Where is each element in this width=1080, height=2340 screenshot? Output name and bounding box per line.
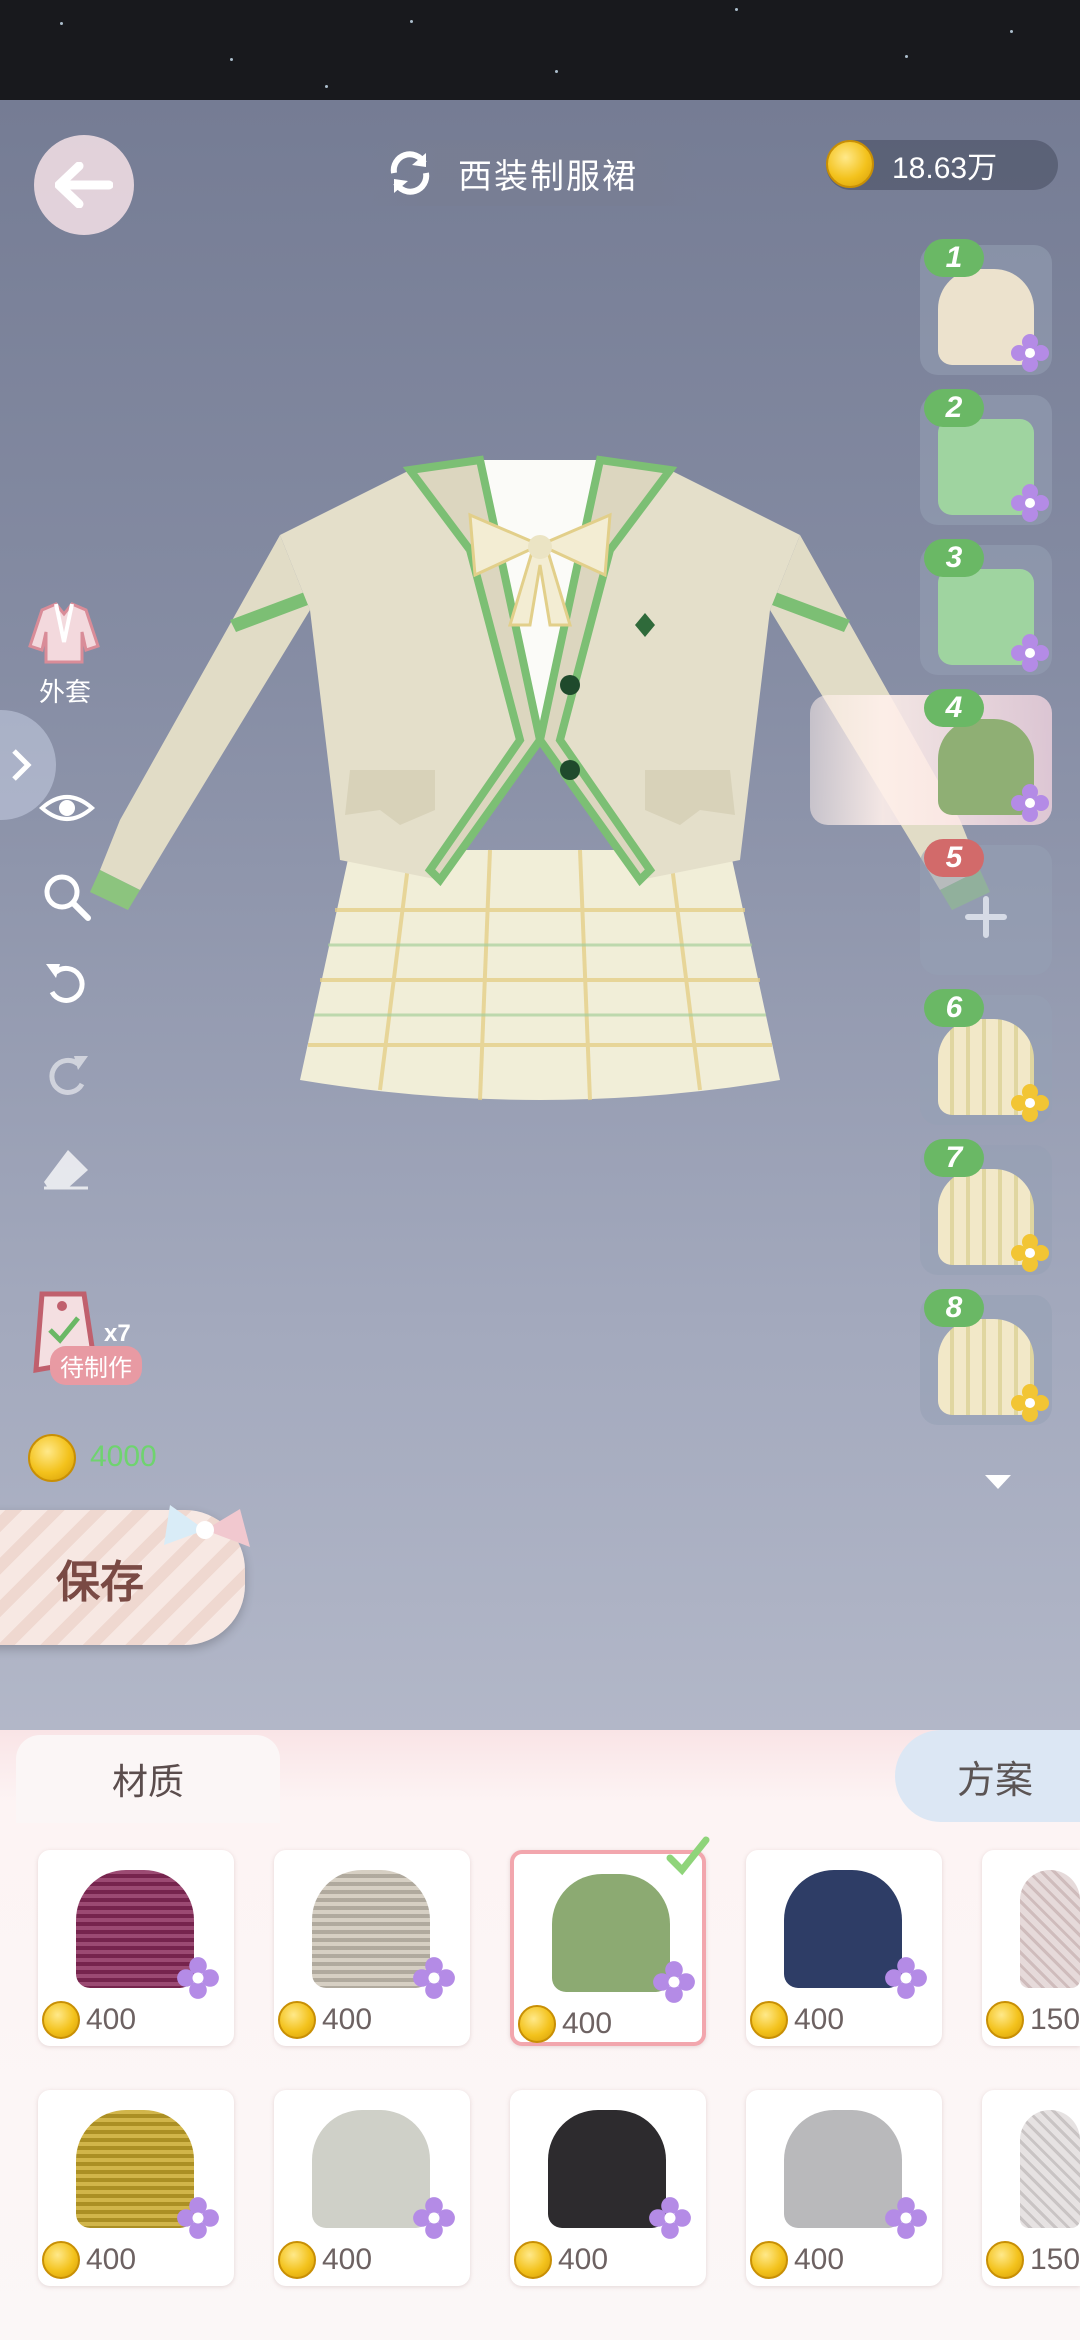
layer-slot[interactable]: 7 (920, 1139, 1052, 1275)
coin-icon (42, 2241, 80, 2279)
tab-material[interactable]: 材质 (16, 1735, 280, 1823)
price: 400 (750, 2240, 844, 2280)
coin-icon (28, 1434, 76, 1482)
crafting-cost: 4000 (28, 1432, 157, 1482)
material-card[interactable]: 400 (38, 2090, 234, 2286)
price: 400 (42, 2240, 136, 2280)
undo-icon[interactable] (42, 958, 92, 1008)
material-card[interactable]: 150 (982, 2090, 1080, 2286)
category-label: 外套 (38, 677, 91, 707)
layer-slot[interactable]: 1 (920, 239, 1052, 375)
layer-slot[interactable]: 8 (920, 1289, 1052, 1425)
coin-icon (278, 2001, 316, 2039)
slot-number: 1 (924, 239, 984, 277)
eye-icon[interactable] (38, 786, 96, 830)
flower-purple-icon (1011, 784, 1049, 822)
coin-icon (514, 2241, 552, 2279)
back-button[interactable] (34, 135, 134, 235)
currency-balance[interactable]: 18.63万 (826, 140, 1058, 190)
title-switcher[interactable]: 西装制服裙 (370, 140, 700, 206)
coin-icon (750, 2001, 788, 2039)
layer-slot-active[interactable]: 4 (810, 689, 1052, 825)
flower-gold-icon (1011, 1084, 1049, 1122)
coin-icon (986, 2001, 1024, 2039)
material-card[interactable]: 400 (274, 2090, 470, 2286)
layer-slot[interactable]: 6 (920, 989, 1052, 1125)
price: 400 (278, 2240, 372, 2280)
material-card[interactable]: 400 (274, 1850, 470, 2046)
balance-amount: 18.63万 (892, 152, 998, 185)
status-bar (0, 0, 1080, 100)
slot-number: 6 (924, 989, 984, 1027)
plus-icon (965, 896, 1007, 938)
ribbon-decoration-icon (164, 1505, 250, 1547)
flower-purple-icon (885, 2197, 927, 2239)
layer-slot-empty[interactable]: 5 (920, 839, 1052, 975)
material-card[interactable]: 150 (982, 1850, 1080, 2046)
price: 400 (518, 2004, 612, 2044)
coin-icon (42, 2001, 80, 2039)
slot-number: 3 (924, 539, 984, 577)
material-card[interactable]: 400 (510, 2090, 706, 2286)
flower-purple-icon (1011, 634, 1049, 672)
slot-number: 7 (924, 1139, 984, 1177)
jacket-icon[interactable] (26, 602, 102, 666)
price: 150 (986, 2000, 1080, 2040)
coin-icon (750, 2241, 788, 2279)
scroll-down-icon[interactable] (985, 1475, 1011, 1489)
layer-slot[interactable]: 3 (920, 539, 1052, 675)
slot-number: 5 (924, 839, 984, 877)
flower-purple-icon (649, 2197, 691, 2239)
price: 400 (514, 2240, 608, 2280)
redo-icon[interactable] (42, 1050, 92, 1100)
coin-icon (826, 140, 874, 188)
fabric-swatch (1020, 1870, 1080, 1988)
layer-slot[interactable]: 2 (920, 389, 1052, 525)
pending-count: x7 (104, 1320, 131, 1347)
flower-purple-icon (1011, 334, 1049, 372)
flower-purple-icon (885, 1957, 927, 1999)
flower-purple-icon (413, 2197, 455, 2239)
slot-number: 2 (924, 389, 984, 427)
material-grid: 400 400 400 400 150 400 400 400 400 150 (0, 1820, 1080, 2340)
arrow-left-icon (55, 162, 113, 208)
slot-number: 8 (924, 1289, 984, 1327)
flower-gold-icon (1011, 1234, 1049, 1272)
coin-icon (278, 2241, 316, 2279)
pending-production[interactable]: x7 待制作 (28, 1290, 188, 1390)
fabric-swatch (1020, 2110, 1080, 2228)
material-card[interactable]: 400 (746, 2090, 942, 2286)
flower-purple-icon (1011, 484, 1049, 522)
flower-purple-icon (653, 1961, 695, 2003)
cost-amount: 4000 (90, 1440, 157, 1473)
flower-purple-icon (177, 1957, 219, 1999)
flower-purple-icon (177, 2197, 219, 2239)
slot-number: 4 (924, 689, 984, 727)
zoom-icon[interactable] (40, 870, 94, 924)
material-card-selected[interactable]: 400 (510, 1836, 710, 2046)
material-card[interactable]: 400 (38, 1850, 234, 2046)
checkmark-icon (666, 1836, 710, 1876)
coin-icon (518, 2005, 556, 2043)
chevron-right-icon (12, 749, 32, 781)
price: 400 (42, 2000, 136, 2040)
coin-icon (986, 2241, 1024, 2279)
save-label: 保存 (56, 1556, 144, 1608)
tab-plan[interactable]: 方案 (895, 1730, 1080, 1822)
price: 150 (986, 2240, 1080, 2280)
page-title: 西装制服裙 (458, 157, 638, 196)
price: 400 (278, 2000, 372, 2040)
pending-label: 待制作 (50, 1346, 142, 1385)
flower-purple-icon (413, 1957, 455, 1999)
flower-gold-icon (1011, 1384, 1049, 1422)
price: 400 (750, 2000, 844, 2040)
eraser-icon[interactable] (40, 1146, 92, 1192)
material-card[interactable]: 400 (746, 1850, 942, 2046)
swap-icon (390, 151, 430, 195)
